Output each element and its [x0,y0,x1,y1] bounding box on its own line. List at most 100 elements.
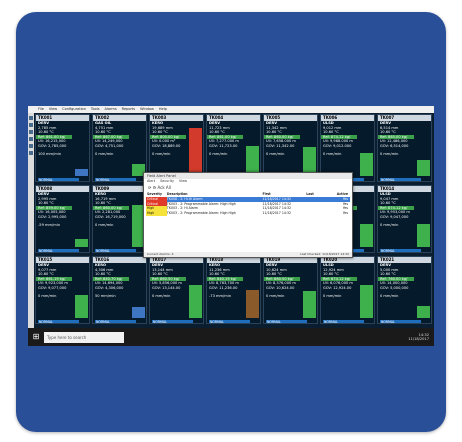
tank-gov: GOV: 10,624.00 [266,285,295,290]
tank-body: DERV 2,785 mm 10.60 °C Ref: 861.00 kg/Ull: … [36,121,89,181]
tank-level-bar [75,168,88,176]
system-tray: 14:32 11/18/2017 [408,333,429,342]
tank-tile[interactable]: TK021 DERV 5,000 mm 10.60 °C Ref: 760.00 kg/… [377,256,432,324]
tank-gov: GOV: 9,012.000 [323,143,352,148]
menu-bar: File View Configuration Tools Alarms Rep… [28,106,434,113]
menu-reports[interactable]: Reports [122,106,135,113]
alarm-row[interactable]: High TK003 - 2: Programmable Alarm: High … [146,211,350,216]
tank-gov: GOV: 5,000,000 [380,285,409,290]
dialog-status: Current Alarms: 4 Last Checked: 11/18/20… [144,252,352,257]
tank-body: DERV 2,995 mm 10.60 °C Ref: 859.00 kg/Ull: … [36,192,89,252]
menu-tools[interactable]: Tools [91,106,100,113]
tank-body: GAS OIL 4,751 mm 10.60 °C Ref: 867.00 kg/Ul… [93,121,146,181]
alarm-active: Yes [342,211,349,216]
tank-rate: 50 mm/min [95,293,116,298]
tank-status-badge: NORMAL [152,320,193,323]
tank-level-bar [417,159,430,176]
dialog-menu-view[interactable]: View [179,179,187,184]
toolbar-icon[interactable] [29,151,33,155]
tank-status-badge: NORMAL [95,178,136,181]
tank-rate: 0 mm/min [380,151,399,156]
dialog-toolbar[interactable]: ⟳ ⚙ Ack All [144,184,352,191]
tank-rate: 100 mm/min [38,151,61,156]
tank-gov: GOV: 4,306,000 [95,285,124,290]
tank-level-bar [417,305,430,318]
tank-level-bar [360,223,373,247]
toolbar-icon[interactable] [29,130,33,134]
toolbar-icon[interactable] [29,144,33,148]
tank-status-badge: NORMAL [38,320,79,323]
tank-gov: GOV: 9,047,000 [380,214,409,219]
left-toolbar [28,113,34,328]
menu-window[interactable]: Window [140,106,154,113]
tank-gov: GOV: 9,077,000 [38,285,67,290]
tank-level-bar [303,291,316,318]
tank-status-badge: NORMAL [380,249,421,252]
taskbar: ⊞ Type here to search 14:32 11/18/2017 [28,328,434,346]
tank-gov: GOV: 4,751,000 [95,143,124,148]
windows-start-icon[interactable]: ⊞ [31,332,41,342]
tank-status-badge: NORMAL [95,249,136,252]
menu-file[interactable]: File [38,106,44,113]
tank-body: ULSD 12,924 mm 10.60 °C Ref: 874.12 kg/Ull:… [321,263,374,323]
tank-tile[interactable]: TK017 DERV 13,144 mm 10.60 °C Ref: 860.50 kg… [149,256,204,324]
tank-body: KERO 4,306 mm 10.60 °C Ref: 840.70 kg/Ull: … [93,263,146,323]
dialog-status-left: Current Alarms: 4 [147,252,174,256]
tank-gov: GOV: 2,785,000 [38,143,67,148]
tank-tile[interactable]: TK014 ULSD 9,047 mm 10.60 °C Ref: 874.12 kg/… [377,185,432,253]
tank-status-badge: NORMAL [266,320,307,323]
tank-level-bar [360,285,373,318]
tank-body: KERO 16,719 mm 10.60 °C Ref: 860.00 kg/Ull:… [93,192,146,252]
tank-status-badge: NORMAL [380,320,421,323]
tank-tile[interactable]: TK016 KERO 4,306 mm 10.60 °C Ref: 840.70 kg/… [92,256,147,324]
tank-tile[interactable]: TK018 KERO 11,236 mm 10.60 °C Ref: 840.19 kg… [206,256,261,324]
menu-alarms[interactable]: Alarms [105,106,117,113]
tank-level-bar [132,306,145,318]
tank-gov: GOV: 6,514,000 [380,143,409,148]
toolbar-icon[interactable] [29,123,33,127]
tank-body: DERV 5,000 mm 10.60 °C Ref: 760.00 kg/Ull: … [378,263,431,323]
alarm-first: 11/18/2017 14:32 [262,211,292,216]
menu-configuration[interactable]: Configuration [62,106,86,113]
dialog-status-right: Last Checked: 11/18/2017 14:32 [300,252,349,256]
tank-tile[interactable]: TK001 DERV 2,785 mm 10.60 °C Ref: 861.00 kg/… [35,114,90,182]
tank-status-badge: NORMAL [95,320,136,323]
alarm-dialog: Field Alert Panel Alert Security View ⟳ … [143,172,353,258]
tank-status-badge: NORMAL [323,320,364,323]
tank-status-badge: NORMAL [380,178,421,181]
tank-rate: 0 mm/min [95,151,114,156]
taskbar-search[interactable]: Type here to search [44,331,124,343]
tank-tile[interactable]: TK015 DERV 9,077 mm 10.60 °C Ref: 861.19 kg/… [35,256,90,324]
tank-gov: GOV: 2,995,000 [38,214,67,219]
menu-view[interactable]: View [49,106,57,113]
tank-body: DERV 9,077 mm 10.60 °C Ref: 861.19 kg/Ull: … [36,263,89,323]
tank-level-bar [417,223,430,247]
tank-status-badge: NORMAL [209,320,250,323]
tank-level-bar [75,294,88,318]
toolbar-icon[interactable] [29,116,33,120]
alarm-severity: High [146,211,167,216]
tank-tile[interactable]: TK019 DERV 10,624 mm 10.60 °C Ref: 860.50 kg… [263,256,318,324]
tank-body: DERV 13,144 mm 10.60 °C Ref: 860.50 kg/Ull:… [150,263,203,323]
tank-rate: 0 mm/min [380,293,399,298]
tank-tile[interactable]: TK008 DERV 2,995 mm 10.60 °C Ref: 859.00 kg/… [35,185,90,253]
tank-level-bar [189,284,202,318]
tank-status-badge: NORMAL [38,249,79,252]
toolbar-icon[interactable] [29,137,33,141]
menu-help[interactable]: Help [159,106,167,113]
tank-body: DERV 6,514 mm 10.60 °C Ref: 865.00 kg/Ull: … [378,121,431,181]
tank-level-bar [246,289,259,318]
tank-tile[interactable]: TK009 KERO 16,719 mm 10.60 °C Ref: 860.00 kg… [92,185,147,253]
tank-rate: -59 mm/min [38,222,61,227]
tank-body: ULSD 9,047 mm 10.60 °C Ref: 874.12 kg/Ull: … [378,192,431,252]
tank-tile[interactable]: TK002 GAS OIL 4,751 mm 10.60 °C Ref: 867.00 … [92,114,147,182]
clock-date[interactable]: 11/18/2017 [408,337,429,342]
tank-tile[interactable]: TK020 ULSD 12,924 mm 10.60 °C Ref: 874.12 kg… [320,256,375,324]
alarm-last [306,211,328,216]
tank-level-bar [360,153,373,176]
tank-tile[interactable]: TK007 DERV 6,514 mm 10.60 °C Ref: 865.00 kg/… [377,114,432,182]
tank-level-bar [189,128,202,176]
tank-level-bar [75,239,88,247]
tank-body: DERV 10,624 mm 10.60 °C Ref: 860.50 kg/Ull:… [264,263,317,323]
app-screen: File View Configuration Tools Alarms Rep… [28,106,434,346]
